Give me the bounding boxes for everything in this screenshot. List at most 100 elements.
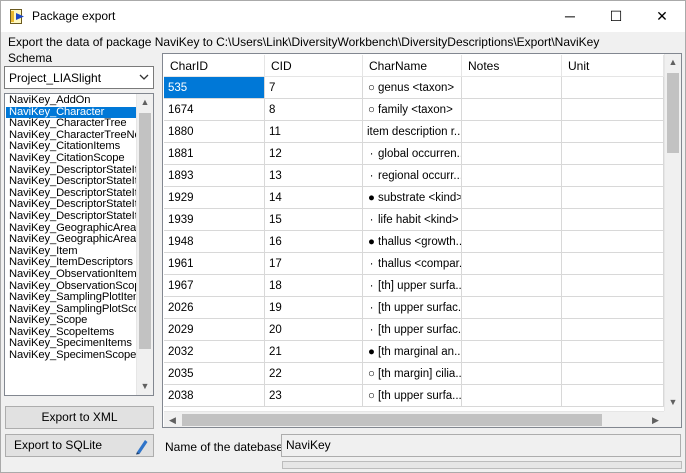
cell-notes[interactable] [462,143,562,165]
scroll-up-icon[interactable]: ▲ [665,54,681,71]
table-row[interactable]: 2032 21 ● [th marginal an... [164,341,664,363]
table-row[interactable]: 1880 11 item description r... [164,121,664,143]
cell-cid[interactable]: 23 [265,385,363,407]
cell-unit[interactable] [562,385,664,407]
table-list-item[interactable]: NaviKey_CitationItems [6,141,138,153]
cell-notes[interactable] [462,209,562,231]
export-xml-button[interactable]: Export to XML [5,406,154,429]
cell-unit[interactable] [562,165,664,187]
cell-notes[interactable] [462,275,562,297]
table-list-item[interactable]: NaviKey_CitationScope [6,153,138,165]
table-list-item[interactable]: NaviKey_CharacterTreeNo [6,130,138,142]
cell-unit[interactable] [562,121,664,143]
cell-charname[interactable]: · [th] upper surfa... [363,275,462,297]
cell-charid[interactable]: 1948 [164,231,265,253]
table-list-item[interactable]: NaviKey_Item [6,246,138,258]
cell-cid[interactable]: 12 [265,143,363,165]
data-grid[interactable]: CharID CID CharName Notes Unit 535 7 ○ genus <t… [162,53,682,428]
table-list-item[interactable]: NaviKey_DescriptorStateIte [6,199,138,211]
cell-charname[interactable]: ○ [th upper surfa... [363,385,462,407]
cell-charid[interactable]: 2032 [164,341,265,363]
cell-unit[interactable] [562,319,664,341]
cell-charid[interactable]: 2038 [164,385,265,407]
cell-charid[interactable]: 1961 [164,253,265,275]
cell-charid[interactable]: 1929 [164,187,265,209]
table-row[interactable]: 1881 12 · global occurren... [164,143,664,165]
table-list-item[interactable]: NaviKey_CharacterTree [6,118,138,130]
cell-cid[interactable]: 11 [265,121,363,143]
database-name-field[interactable]: NaviKey [281,434,681,457]
column-header-unit[interactable]: Unit [562,55,664,77]
scroll-right-icon[interactable]: ▶ [647,412,664,427]
cell-charname[interactable]: · life habit <kind> [363,209,462,231]
cell-unit[interactable] [562,275,664,297]
cell-notes[interactable] [462,187,562,209]
table-row[interactable]: 1967 18 · [th] upper surfa... [164,275,664,297]
close-button[interactable]: ✕ [639,1,685,32]
cell-notes[interactable] [462,165,562,187]
cell-cid[interactable]: 7 [265,77,363,99]
table-list-item[interactable]: NaviKey_Character [6,106,138,119]
scroll-left-icon[interactable]: ◀ [164,412,181,427]
cell-notes[interactable] [462,253,562,275]
cell-charid[interactable]: 535 [164,77,265,99]
column-header-cid[interactable]: CID [265,55,363,77]
table-row[interactable]: 2029 20 · [th upper surfac... [164,319,664,341]
grid-vscroll-thumb[interactable] [667,73,679,153]
cell-notes[interactable] [462,77,562,99]
cell-unit[interactable] [562,363,664,385]
table-row[interactable]: 1674 8 ○ family <taxon> [164,99,664,121]
minimize-button[interactable]: ─ [547,1,593,32]
cell-charid[interactable]: 1939 [164,209,265,231]
cell-unit[interactable] [562,297,664,319]
cell-unit[interactable] [562,231,664,253]
maximize-button[interactable]: ☐ [593,1,639,32]
cell-notes[interactable] [462,121,562,143]
cell-unit[interactable] [562,253,664,275]
cell-cid[interactable]: 17 [265,253,363,275]
scroll-down-icon[interactable]: ▼ [665,394,681,411]
cell-charname[interactable]: ● substrate <kind> [363,187,462,209]
export-sqlite-button[interactable]: Export to SQLite [5,434,154,457]
cell-cid[interactable]: 22 [265,363,363,385]
cell-notes[interactable] [462,99,562,121]
table-row[interactable]: 1961 17 · thallus <compar... [164,253,664,275]
cell-charname[interactable]: ○ family <taxon> [363,99,462,121]
cell-charid[interactable]: 2026 [164,297,265,319]
column-header-notes[interactable]: Notes [462,55,562,77]
table-list[interactable]: NaviKey_AddOn NaviKey_Character NaviKey_Ch… [4,93,154,396]
grid-vertical-scrollbar[interactable]: ▲ ▼ [664,54,681,411]
cell-notes[interactable] [462,363,562,385]
table-list-item[interactable]: NaviKey_ItemDescriptors [6,257,138,269]
cell-charname[interactable]: ● thallus <growth... [363,231,462,253]
cell-charid[interactable]: 1880 [164,121,265,143]
cell-notes[interactable] [462,231,562,253]
cell-charid[interactable]: 1674 [164,99,265,121]
table-row[interactable]: 2035 22 ○ [th margin] cilia... [164,363,664,385]
cell-charname[interactable]: item description r... [363,121,462,143]
table-list-item[interactable]: NaviKey_ObservationScop [6,281,138,293]
grid-horizontal-scrollbar[interactable]: ◀ ▶ [164,411,664,427]
schema-dropdown[interactable]: Project_LIASlight [4,66,154,89]
cell-notes[interactable] [462,297,562,319]
cell-unit[interactable] [562,77,664,99]
cell-charid[interactable]: 1881 [164,143,265,165]
cell-charname[interactable]: · thallus <compar... [363,253,462,275]
table-list-item[interactable]: NaviKey_SpecimenItems [6,338,138,350]
table-list-item[interactable]: NaviKey_DescriptorStateIt [6,211,138,223]
table-list-item[interactable]: NaviKey_ScopeItems [6,327,138,339]
table-row[interactable]: 1929 14 ● substrate <kind> [164,187,664,209]
table-row[interactable]: 1948 16 ● thallus <growth... [164,231,664,253]
table-row[interactable]: 535 7 ○ genus <taxon> [164,77,664,99]
table-list-item[interactable]: NaviKey_SamplingPlotScop [6,304,138,316]
cell-cid[interactable]: 14 [265,187,363,209]
cell-unit[interactable] [562,99,664,121]
cell-cid[interactable]: 13 [265,165,363,187]
cell-notes[interactable] [462,319,562,341]
table-row[interactable]: 2026 19 · [th upper surfac... [164,297,664,319]
cell-charname[interactable]: ● [th marginal an... [363,341,462,363]
table-list-scroll-thumb[interactable] [139,113,151,349]
cell-cid[interactable]: 15 [265,209,363,231]
cell-cid[interactable]: 19 [265,297,363,319]
table-list-item[interactable]: NaviKey_GeographicAreaIt [6,223,138,235]
